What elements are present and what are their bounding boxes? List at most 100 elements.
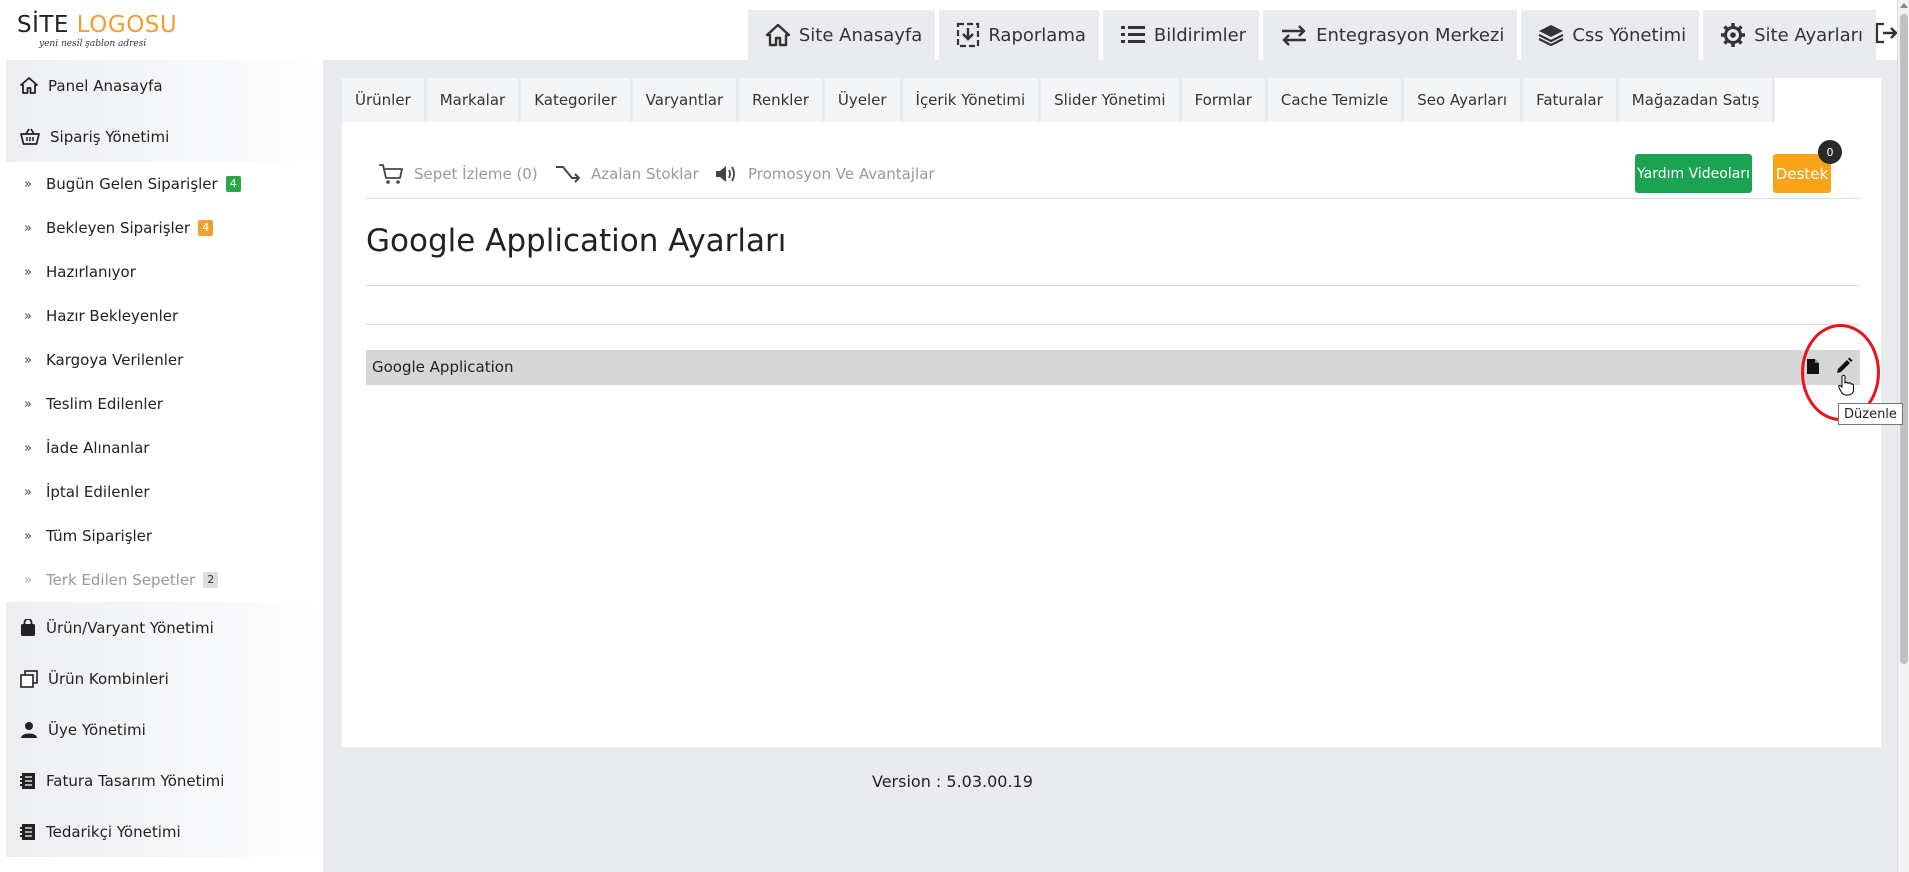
user-icon bbox=[21, 721, 37, 738]
logout-icon bbox=[1875, 22, 1898, 44]
sidebar-item-panel[interactable]: Panel Anasayfa bbox=[6, 60, 323, 111]
tab-urunler[interactable]: Ürünler bbox=[342, 78, 427, 122]
sidebar-item-members[interactable]: Üye Yönetimi bbox=[6, 704, 323, 755]
scroll-up-arrow[interactable] bbox=[1900, 3, 1908, 8]
logout-button[interactable] bbox=[1875, 22, 1899, 48]
help-videos-button[interactable]: Yardım Videoları bbox=[1635, 154, 1752, 193]
topnav-label: Site Anasayfa bbox=[798, 24, 923, 46]
sidebar-item-orders[interactable]: Sipariş Yönetimi bbox=[6, 111, 323, 162]
sidebar: Panel Anasayfa Sipariş Yönetimi » Bugün G… bbox=[0, 60, 323, 872]
topnav-bildirimler[interactable]: Bildirimler bbox=[1102, 10, 1260, 60]
sidebar-subitem-hazir[interactable]: » Hazır Bekleyenler bbox=[0, 294, 323, 338]
subitem-label: Hazır Bekleyenler bbox=[45, 307, 179, 325]
sidebar-item-invoice[interactable]: Fatura Tasarım Yönetimi bbox=[6, 755, 323, 806]
logo-word-1: SİTE bbox=[17, 12, 69, 38]
double-chevron-icon: » bbox=[24, 220, 32, 236]
promo-link[interactable]: Promosyon Ve Avantajlar bbox=[714, 156, 935, 192]
divider bbox=[366, 198, 1860, 199]
tab-icerik[interactable]: İçerik Yönetimi bbox=[902, 78, 1042, 122]
address-book-icon bbox=[20, 823, 35, 840]
trend-down-icon bbox=[556, 166, 580, 183]
topnav-label: Css Yönetimi bbox=[1572, 24, 1687, 46]
divider bbox=[366, 285, 1860, 286]
sidebar-item-label: Sipariş Yönetimi bbox=[50, 127, 170, 146]
tab-markalar[interactable]: Markalar bbox=[426, 78, 522, 122]
topnav-css[interactable]: Css Yönetimi bbox=[1521, 10, 1700, 60]
subitem-label: İade Alınanlar bbox=[45, 439, 150, 457]
topnav-entegrasyon[interactable]: Entegrasyon Merkezi bbox=[1263, 10, 1518, 60]
gear-icon bbox=[1721, 23, 1746, 47]
topnav-raporlama[interactable]: Raporlama bbox=[939, 10, 1099, 60]
hand-cursor-icon bbox=[1838, 374, 1854, 396]
support-count-badge: 0 bbox=[1818, 140, 1842, 164]
subitem-label: Teslim Edilenler bbox=[45, 395, 163, 413]
address-book-icon bbox=[20, 772, 35, 789]
sidebar-item-combos[interactable]: Ürün Kombinleri bbox=[6, 653, 323, 704]
download-icon bbox=[957, 22, 980, 48]
subitem-label: Bugün Gelen Siparişler bbox=[45, 175, 218, 193]
basket-icon bbox=[20, 128, 40, 145]
tab-seo[interactable]: Seo Ayarları bbox=[1404, 78, 1524, 122]
tab-faturalar[interactable]: Faturalar bbox=[1523, 78, 1619, 122]
tab-kategoriler[interactable]: Kategoriler bbox=[521, 78, 633, 122]
promo-label: Promosyon Ve Avantajlar bbox=[748, 165, 935, 183]
sidebar-subitem-teslim[interactable]: » Teslim Edilenler bbox=[0, 382, 323, 426]
tab-uyeler[interactable]: Üyeler bbox=[824, 78, 903, 122]
cart-watch-label: Sepet İzleme (0) bbox=[414, 165, 538, 183]
tab-magaza[interactable]: Mağazadan Satış bbox=[1618, 78, 1776, 122]
double-chevron-icon: » bbox=[24, 352, 32, 368]
settings-row: Google Application bbox=[366, 350, 1860, 385]
sidebar-subitem-iptal[interactable]: » İptal Edilenler bbox=[0, 470, 323, 514]
divider bbox=[366, 324, 1860, 325]
double-chevron-icon: » bbox=[24, 176, 32, 192]
version-text: Version : 5.03.00.19 bbox=[872, 772, 1033, 791]
scrollbar-thumb[interactable] bbox=[1900, 14, 1908, 664]
tab-renkler[interactable]: Renkler bbox=[739, 78, 825, 122]
tab-formlar[interactable]: Formlar bbox=[1181, 78, 1268, 122]
exchange-icon bbox=[1282, 25, 1307, 46]
double-chevron-icon: » bbox=[24, 528, 32, 544]
subitem-label: Tüm Siparişler bbox=[45, 527, 153, 545]
top-nav: Site Anasayfa Raporlama Bildirimler Ente… bbox=[744, 10, 1876, 60]
low-stock-label: Azalan Stoklar bbox=[591, 165, 699, 183]
sidebar-item-label: Ürün Kombinleri bbox=[48, 669, 169, 688]
sidebar-subitem-terk[interactable]: » Terk Edilen Sepetler 2 bbox=[0, 558, 323, 602]
home-icon bbox=[765, 23, 791, 47]
site-logo[interactable]: SİTE LOGOSU yeni nesil şablon adresi bbox=[17, 12, 177, 49]
tab-varyantlar[interactable]: Varyantlar bbox=[632, 78, 740, 122]
tab-slider[interactable]: Slider Yönetimi bbox=[1041, 78, 1182, 122]
logo-tagline: yeni nesil şablon adresi bbox=[39, 39, 147, 49]
topnav-site-ayarlari[interactable]: Site Ayarları bbox=[1703, 10, 1876, 60]
sidebar-subitem-tum[interactable]: » Tüm Siparişler bbox=[0, 514, 323, 558]
subitem-label: Kargoya Verilenler bbox=[45, 351, 184, 369]
row-name: Google Application bbox=[372, 358, 514, 376]
sidebar-subitem-bekleyen[interactable]: » Bekleyen Siparişler 4 bbox=[0, 206, 323, 250]
sidebar-item-label: Fatura Tasarım Yönetimi bbox=[46, 771, 225, 790]
sidebar-subitem-hazirlaniyor[interactable]: » Hazırlanıyor bbox=[0, 250, 323, 294]
top-header: SİTE LOGOSU yeni nesil şablon adresi Sit… bbox=[0, 0, 1909, 60]
topnav-label: Entegrasyon Merkezi bbox=[1316, 24, 1505, 46]
double-chevron-icon: » bbox=[24, 396, 32, 412]
topnav-site-anasayfa[interactable]: Site Anasayfa bbox=[747, 10, 936, 60]
layers-icon bbox=[1538, 25, 1564, 46]
double-chevron-icon: » bbox=[24, 572, 32, 588]
subitem-label: Bekleyen Siparişler bbox=[45, 219, 191, 237]
sidebar-subitem-kargo[interactable]: » Kargoya Verilenler bbox=[0, 338, 323, 382]
sidebar-item-products[interactable]: Ürün/Varyant Yönetimi bbox=[6, 602, 323, 653]
sidebar-item-label: Tedarikçi Yönetimi bbox=[46, 822, 181, 841]
page-scrollbar[interactable] bbox=[1897, 0, 1909, 872]
double-chevron-icon: » bbox=[24, 484, 32, 500]
tab-cache[interactable]: Cache Temizle bbox=[1267, 78, 1405, 122]
sidebar-subitem-iade[interactable]: » İade Alınanlar bbox=[0, 426, 323, 470]
cart-watch-link[interactable]: Sepet İzleme (0) bbox=[378, 156, 538, 192]
page-title: Google Application Ayarları bbox=[366, 223, 787, 259]
sidebar-item-label: Üye Yönetimi bbox=[48, 720, 146, 739]
low-stock-link[interactable]: Azalan Stoklar bbox=[555, 156, 699, 192]
cart-icon bbox=[379, 164, 403, 184]
count-badge: 4 bbox=[198, 220, 214, 236]
topnav-label: Bildirimler bbox=[1153, 24, 1247, 46]
sidebar-item-suppliers[interactable]: Tedarikçi Yönetimi bbox=[6, 806, 323, 857]
sidebar-item-label: Panel Anasayfa bbox=[48, 76, 163, 95]
list-icon bbox=[1120, 26, 1145, 43]
sidebar-subitem-bugun[interactable]: » Bugün Gelen Siparişler 4 bbox=[0, 162, 323, 206]
